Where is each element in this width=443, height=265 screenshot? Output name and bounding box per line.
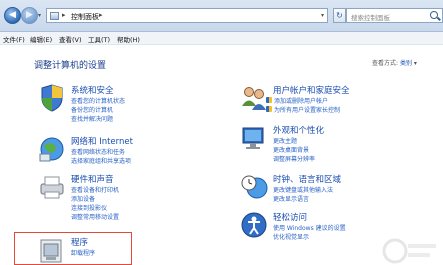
search-input[interactable]: 搜索控制面板	[346, 8, 443, 23]
category-link[interactable]: 选择家庭组和共享选项	[71, 156, 131, 165]
view-by-label: 查看方式:	[372, 60, 399, 67]
category-title[interactable]: 轻松访问	[273, 211, 307, 223]
category-system-security: 系统和安全 查看您的计算机状态 备份您的计算机 查找并解决问题	[38, 84, 188, 132]
category-link[interactable]: 添加设备	[71, 194, 95, 203]
category-link[interactable]: 添加或删除用户帐户	[274, 96, 328, 105]
users-icon	[242, 87, 266, 110]
shield-icon	[41, 84, 63, 112]
highlight-box	[14, 232, 132, 265]
monitor-icon	[242, 127, 264, 149]
refresh-icon[interactable]: ↻	[333, 8, 346, 23]
menu-file[interactable]: 文件(F)	[3, 34, 25, 44]
address-dropdown-icon[interactable]: ▾	[321, 12, 324, 19]
navigation-bar: ◀ ▶ ▾ ▸ 控制面板 ▸ ▾ ↻ 搜索控制面板	[0, 0, 443, 32]
view-by[interactable]: 查看方式: 类别 ▾	[372, 58, 417, 67]
category-hardware-sound: 硬件和声音 查看设备和打印机 添加设备 连接到投影仪 调整常用移动设置	[38, 173, 188, 223]
breadcrumb-separator-icon[interactable]: ▸	[62, 11, 66, 19]
menu-bar: 文件(F) 编辑(E) 查看(V) 工具(T) 帮助(H)	[0, 32, 443, 45]
category-link[interactable]: 查看您的计算机状态	[71, 96, 125, 105]
breadcrumb-control-panel[interactable]: 控制面板	[71, 12, 99, 22]
category-title[interactable]: 系统和安全	[71, 84, 114, 96]
category-title[interactable]: 网络和 Internet	[71, 135, 133, 147]
forward-arrow-icon[interactable]: ▶	[21, 7, 38, 24]
menu-edit[interactable]: 编辑(E)	[30, 34, 52, 44]
category-link[interactable]: 查看网络状态和任务	[71, 147, 125, 156]
category-link[interactable]: 备份您的计算机	[71, 105, 113, 114]
recent-pages-dropdown-icon[interactable]: ▾	[38, 12, 41, 19]
address-bar[interactable]: ▸ 控制面板 ▸ ▾	[46, 8, 328, 23]
category-title[interactable]: 时钟、语言和区域	[273, 173, 341, 185]
category-appearance: 外观和个性化 更改主题 更改桌面背景 调整屏幕分辨率	[240, 124, 420, 164]
category-link[interactable]: 使用 Windows 建议的设置	[273, 223, 346, 232]
clock-globe-icon	[241, 175, 268, 199]
globe-network-icon	[39, 137, 64, 162]
shield-icon	[266, 106, 272, 112]
search-placeholder: 搜索控制面板	[351, 14, 390, 22]
view-by-value[interactable]: 类别	[400, 60, 412, 67]
category-title[interactable]: 硬件和声音	[71, 173, 114, 185]
category-title[interactable]: 用户帐户和家庭安全	[273, 84, 350, 96]
breadcrumb-separator-icon[interactable]: ▸	[99, 11, 103, 19]
shield-icon	[266, 97, 272, 103]
category-link[interactable]: 更改桌面背景	[273, 145, 309, 154]
menu-tools[interactable]: 工具(T)	[88, 34, 110, 44]
category-link[interactable]: 查找并解决问题	[71, 114, 113, 123]
category-link[interactable]: 为所有用户设置家长控制	[274, 105, 340, 114]
category-link[interactable]: 更改主题	[273, 136, 297, 145]
menu-help[interactable]: 帮助(H)	[117, 34, 140, 44]
category-clock-language: 时钟、语言和区域 更改键盘或其他输入法 更改显示语言	[240, 173, 420, 205]
category-link[interactable]: 更改键盘或其他输入法	[273, 185, 333, 194]
printer-icon	[40, 176, 64, 199]
category-title[interactable]: 外观和个性化	[273, 124, 324, 136]
search-icon[interactable]	[430, 11, 438, 19]
back-arrow-icon[interactable]: ◀	[4, 7, 21, 24]
watermark-logo	[382, 238, 436, 264]
page-title: 调整计算机的设置	[34, 61, 107, 71]
category-link[interactable]: 优化视觉显示	[273, 232, 309, 241]
category-link[interactable]: 连接到投影仪	[71, 203, 107, 212]
category-link[interactable]: 调整常用移动设置	[71, 212, 119, 221]
category-link[interactable]: 查看设备和打印机	[71, 185, 119, 194]
category-link[interactable]: 更改显示语言	[273, 194, 309, 203]
control-panel-icon	[50, 12, 59, 20]
menu-view[interactable]: 查看(V)	[59, 34, 82, 44]
accessibility-icon	[241, 212, 267, 238]
category-link[interactable]: 调整屏幕分辨率	[273, 154, 315, 163]
category-user-accounts: 用户帐户和家庭安全 添加或删除用户帐户 为所有用户设置家长控制	[240, 84, 420, 118]
category-network: 网络和 Internet 查看网络状态和任务 选择家庭组和共享选项	[38, 135, 188, 165]
